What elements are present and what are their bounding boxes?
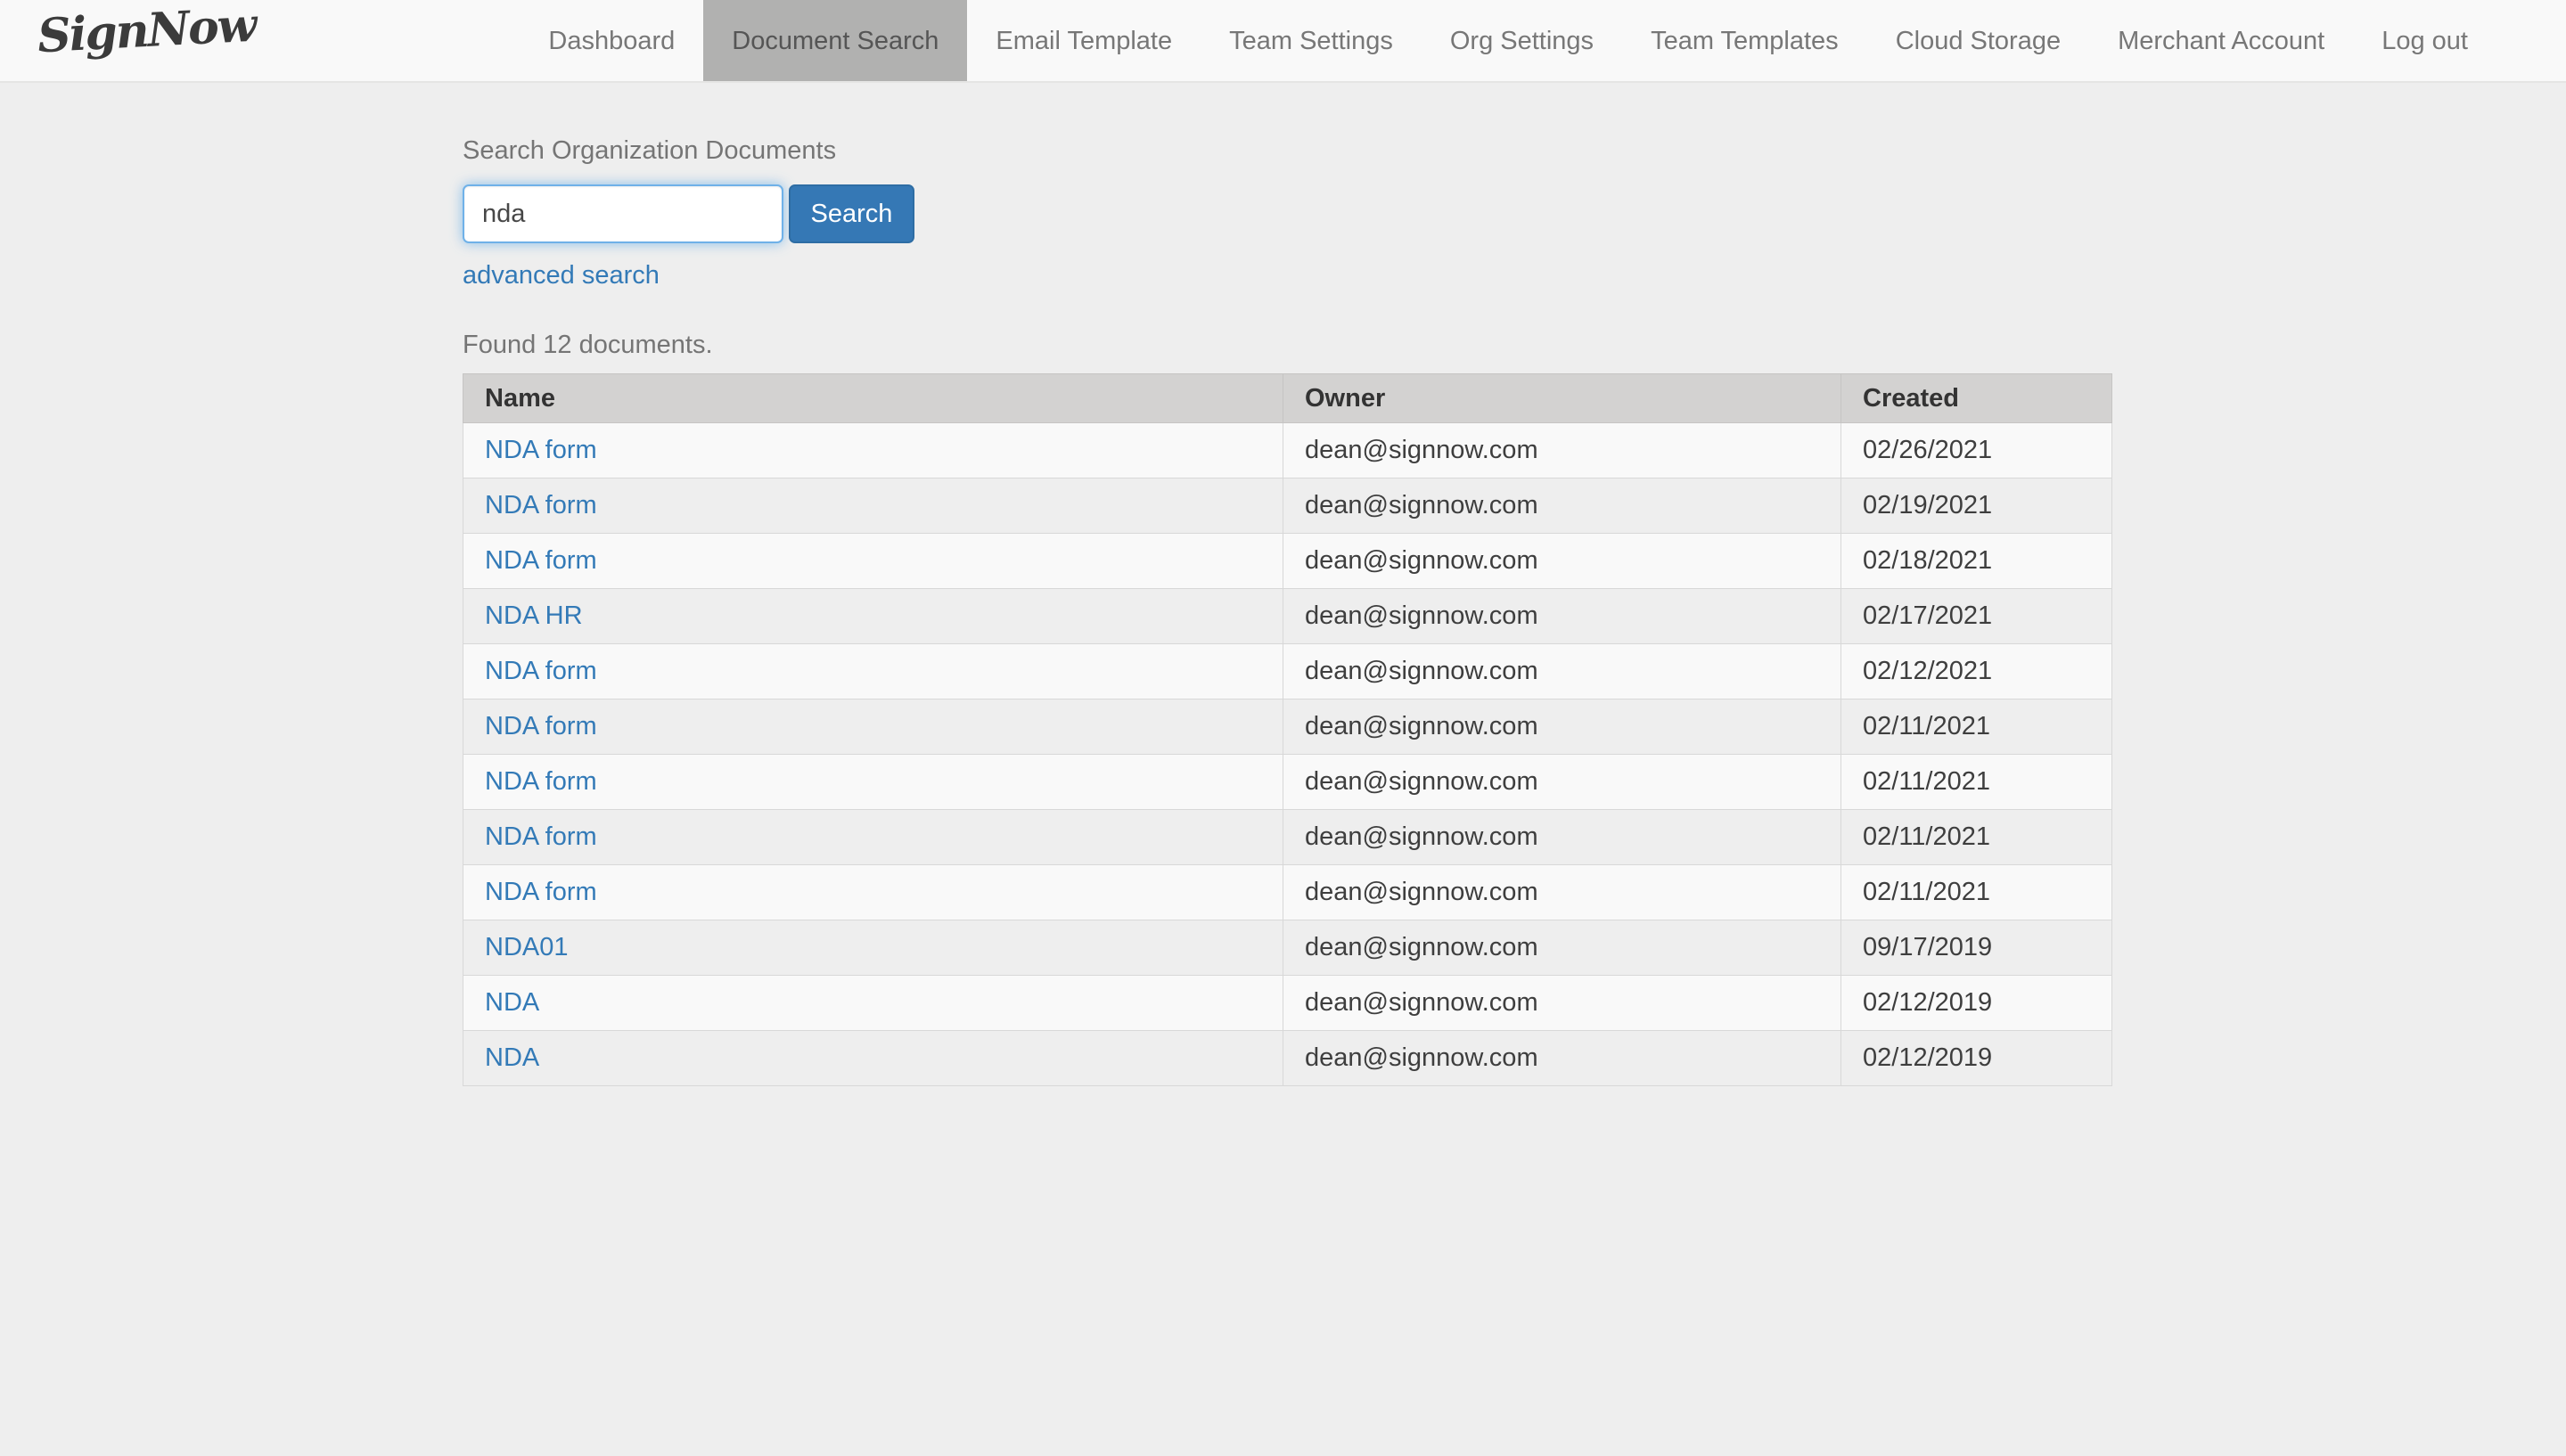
nav-item-merchant-account[interactable]: Merchant Account [2089, 0, 2353, 81]
table-row: NDA dean@signnow.com 02/12/2019 [463, 1030, 2112, 1086]
name-cell: NDA form [463, 754, 1283, 810]
search-input[interactable] [463, 184, 783, 243]
advanced-search-link[interactable]: advanced search [463, 259, 660, 291]
document-link[interactable]: NDA form [485, 436, 597, 464]
name-cell: NDA HR [463, 588, 1283, 644]
document-link[interactable]: NDA form [485, 878, 597, 906]
table-header-row: Name Owner Created [463, 373, 2112, 423]
owner-cell: dean@signnow.com [1283, 478, 1841, 534]
name-cell: NDA form [463, 643, 1283, 699]
created-cell: 02/17/2021 [1840, 588, 2112, 644]
table-body: NDA form dean@signnow.com 02/26/2021 NDA fo… [463, 422, 2112, 1086]
created-cell: 02/11/2021 [1840, 864, 2112, 920]
table-row: NDA form dean@signnow.com 02/19/2021 [463, 478, 2112, 534]
table-row: NDA form dean@signnow.com 02/18/2021 [463, 533, 2112, 589]
created-cell: 02/19/2021 [1840, 478, 2112, 534]
table-row: NDA form dean@signnow.com 02/12/2021 [463, 643, 2112, 699]
created-cell: 09/17/2019 [1840, 920, 2112, 976]
created-cell: 02/11/2021 [1840, 699, 2112, 755]
signnow-logo[interactable]: SignNow [37, 0, 257, 63]
document-link[interactable]: NDA HR [485, 601, 583, 630]
table-row: NDA HR dean@signnow.com 02/17/2021 [463, 588, 2112, 644]
name-cell: NDA form [463, 864, 1283, 920]
search-row: Search [463, 184, 2566, 243]
name-cell: NDA form [463, 422, 1283, 479]
name-cell: NDA form [463, 478, 1283, 534]
top-navbar: SignNow Dashboard Document Search Email Te… [0, 0, 2566, 83]
owner-cell: dean@signnow.com [1283, 588, 1841, 644]
nav-item-team-templates[interactable]: Team Templates [1622, 0, 1867, 81]
column-header-created: Created [1840, 373, 2112, 423]
created-cell: 02/12/2021 [1840, 643, 2112, 699]
nav-item-document-search[interactable]: Document Search [703, 0, 968, 81]
owner-cell: dean@signnow.com [1283, 975, 1841, 1031]
owner-cell: dean@signnow.com [1283, 422, 1841, 479]
owner-cell: dean@signnow.com [1283, 754, 1841, 810]
document-link[interactable]: NDA form [485, 546, 597, 575]
table-row: NDA dean@signnow.com 02/12/2019 [463, 975, 2112, 1031]
document-link[interactable]: NDA form [485, 491, 597, 519]
document-link[interactable]: NDA [485, 988, 539, 1017]
document-link[interactable]: NDA form [485, 657, 597, 685]
name-cell: NDA01 [463, 920, 1283, 976]
search-label: Search Organization Documents [463, 136, 837, 165]
table-row: NDA form dean@signnow.com 02/26/2021 [463, 422, 2112, 479]
nav-item-dashboard[interactable]: Dashboard [520, 0, 703, 81]
document-link[interactable]: NDA form [485, 822, 597, 851]
created-cell: 02/18/2021 [1840, 533, 2112, 589]
created-cell: 02/11/2021 [1840, 809, 2112, 865]
document-link[interactable]: NDA [485, 1043, 539, 1072]
owner-cell: dean@signnow.com [1283, 533, 1841, 589]
search-button[interactable]: Search [789, 184, 914, 243]
main-content: Search Organization Documents Search adv… [0, 83, 2566, 1086]
table-row: NDA form dean@signnow.com 02/11/2021 [463, 864, 2112, 920]
nav-item-email-template[interactable]: Email Template [967, 0, 1201, 81]
results-summary: Found 12 documents. [463, 331, 713, 359]
nav-item-org-settings[interactable]: Org Settings [1422, 0, 1622, 81]
owner-cell: dean@signnow.com [1283, 809, 1841, 865]
owner-cell: dean@signnow.com [1283, 1030, 1841, 1086]
owner-cell: dean@signnow.com [1283, 699, 1841, 755]
nav-item-log-out[interactable]: Log out [2353, 0, 2496, 81]
name-cell: NDA [463, 975, 1283, 1031]
table-row: NDA form dean@signnow.com 02/11/2021 [463, 754, 2112, 810]
table-row: NDA form dean@signnow.com 02/11/2021 [463, 699, 2112, 755]
name-cell: NDA [463, 1030, 1283, 1086]
table-row: NDA form dean@signnow.com 02/11/2021 [463, 809, 2112, 865]
document-link[interactable]: NDA form [485, 767, 597, 796]
column-header-name: Name [463, 373, 1283, 423]
name-cell: NDA form [463, 533, 1283, 589]
owner-cell: dean@signnow.com [1283, 920, 1841, 976]
table-row: NDA01 dean@signnow.com 09/17/2019 [463, 920, 2112, 976]
name-cell: NDA form [463, 699, 1283, 755]
created-cell: 02/12/2019 [1840, 1030, 2112, 1086]
document-link[interactable]: NDA form [485, 712, 597, 740]
document-link[interactable]: NDA01 [485, 933, 569, 961]
documents-table: Name Owner Created NDA form dean@signnow.co… [463, 373, 2112, 1086]
owner-cell: dean@signnow.com [1283, 864, 1841, 920]
column-header-owner: Owner [1283, 373, 1841, 423]
name-cell: NDA form [463, 809, 1283, 865]
created-cell: 02/12/2019 [1840, 975, 2112, 1031]
nav-item-team-settings[interactable]: Team Settings [1201, 0, 1422, 81]
owner-cell: dean@signnow.com [1283, 643, 1841, 699]
nav-menu: Dashboard Document Search Email Template Te… [520, 0, 2496, 81]
nav-item-cloud-storage[interactable]: Cloud Storage [1867, 0, 2089, 81]
created-cell: 02/11/2021 [1840, 754, 2112, 810]
created-cell: 02/26/2021 [1840, 422, 2112, 479]
